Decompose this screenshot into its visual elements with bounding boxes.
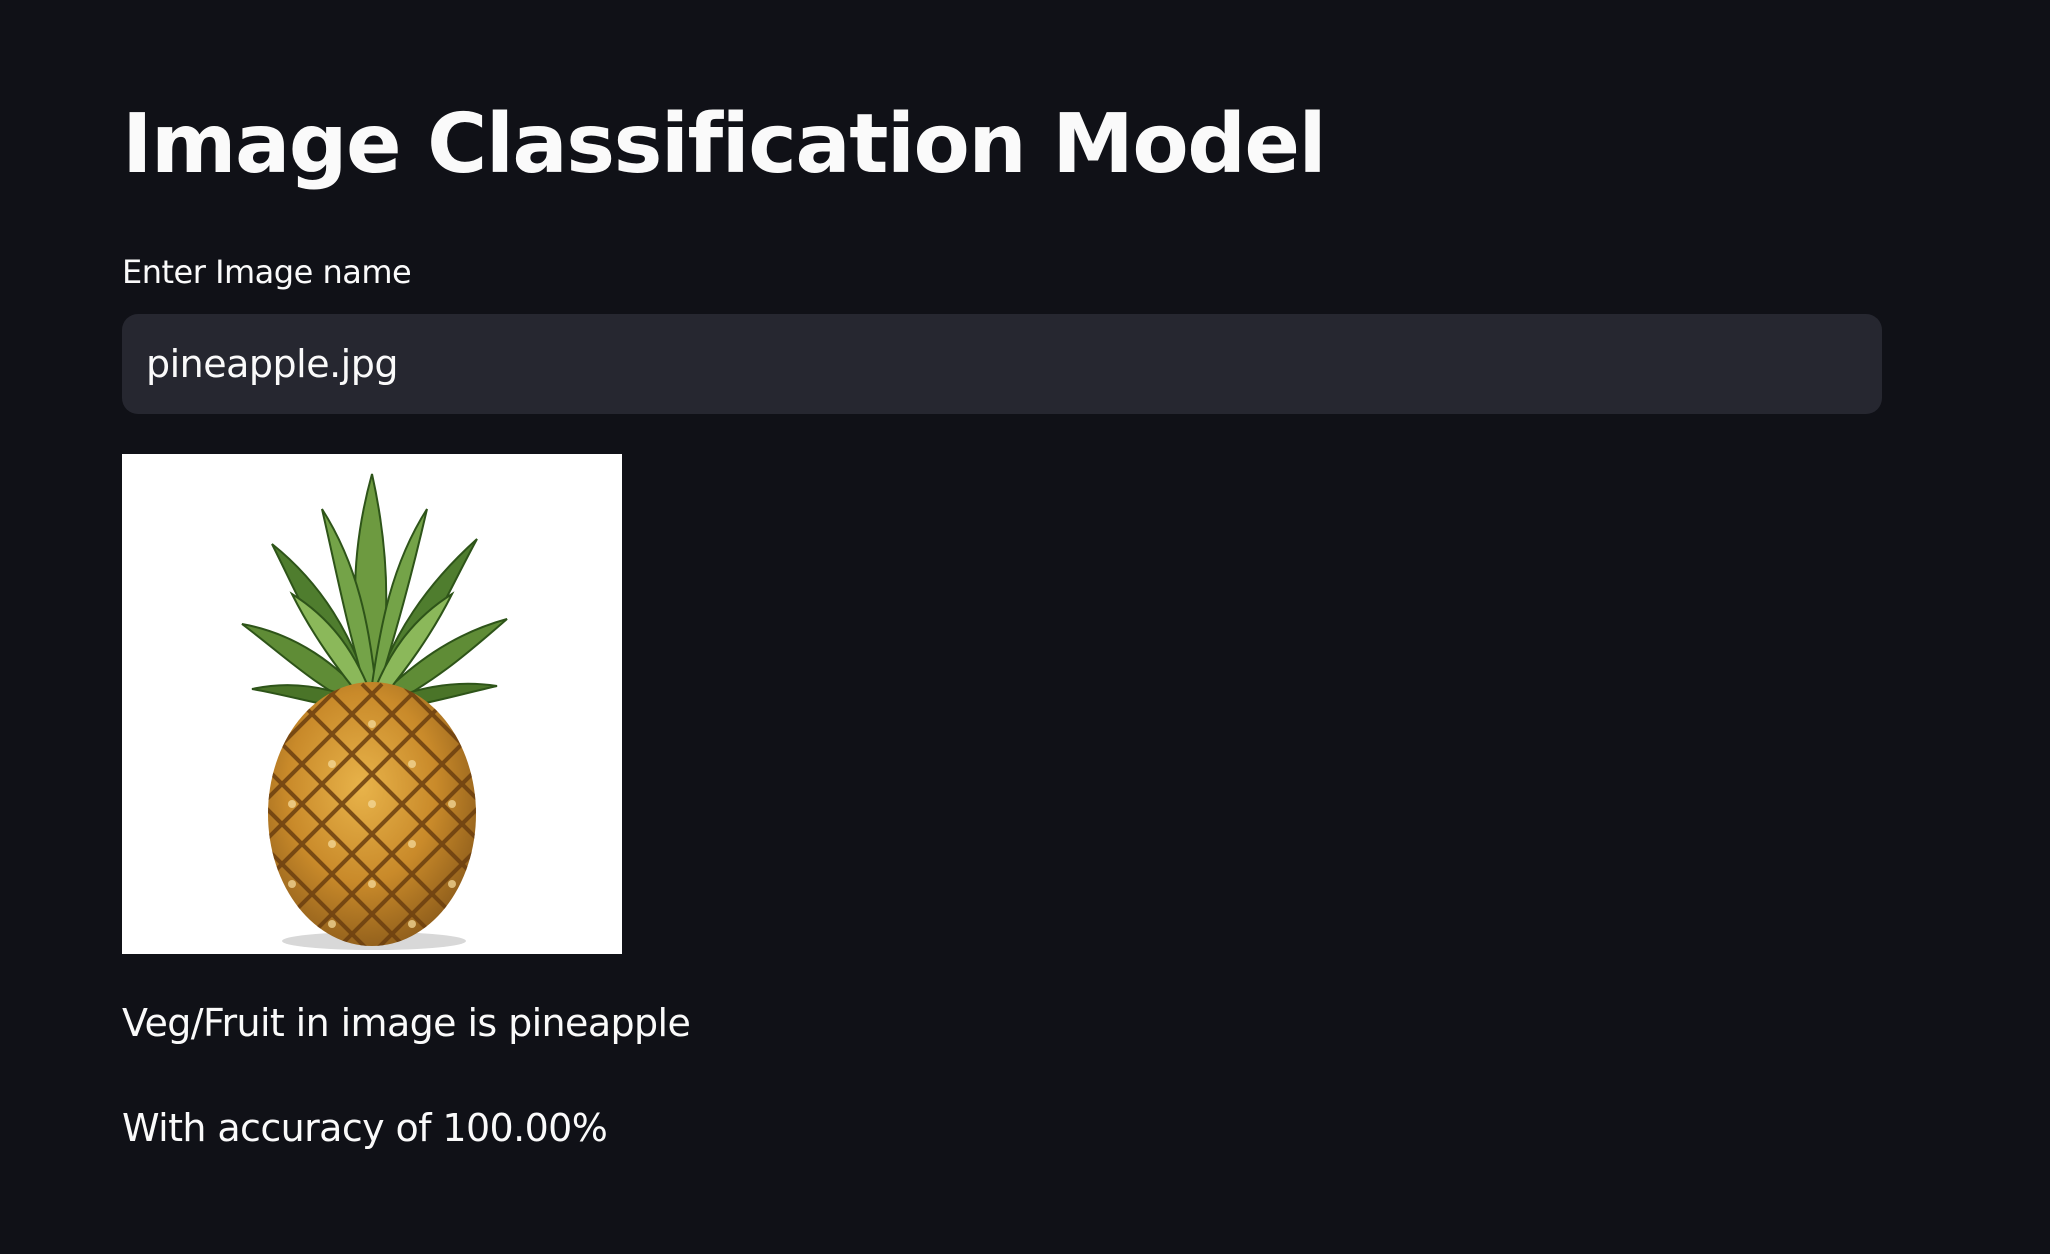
page-title: Image Classification Model <box>122 97 1327 192</box>
image-name-input[interactable] <box>122 314 1882 414</box>
pineapple-illustration <box>122 454 622 954</box>
pineapple-image <box>122 454 622 954</box>
accuracy-text: With accuracy of 100.00% <box>122 1106 608 1150</box>
prediction-text: Veg/Fruit in image is pineapple <box>122 1001 691 1045</box>
image-name-label: Enter Image name <box>122 253 412 291</box>
app-container: Image Classification Model Enter Image n… <box>0 0 2050 1254</box>
